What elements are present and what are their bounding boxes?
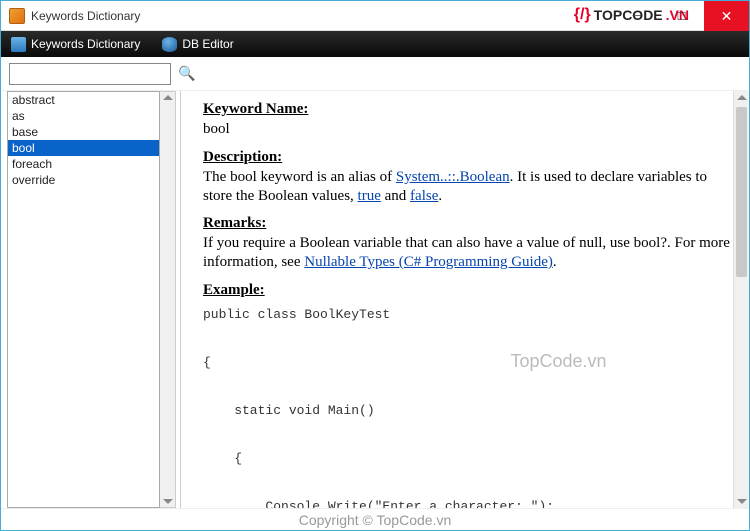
keyword-name-heading: Keyword Name:: [203, 101, 733, 118]
search-button[interactable]: 🔍: [177, 64, 197, 84]
minimize-button[interactable]: ─: [614, 1, 659, 31]
link-system-boolean[interactable]: System..::.Boolean: [396, 169, 510, 185]
keyword-listbox[interactable]: abstractasbaseboolforeachoverride: [7, 91, 160, 508]
desc-mid2: and: [381, 188, 410, 204]
window-title: Keywords Dictionary: [31, 9, 140, 23]
folder-icon: [11, 37, 26, 52]
footer-copyright: Copyright © TopCode.vn: [1, 508, 749, 530]
list-item[interactable]: override: [8, 172, 159, 188]
remarks-end: .: [553, 254, 557, 270]
menu-db-editor[interactable]: DB Editor: [156, 35, 239, 54]
link-false[interactable]: false: [410, 188, 438, 204]
database-icon: [162, 37, 177, 52]
list-item[interactable]: base: [8, 124, 159, 140]
example-heading: Example:: [203, 282, 733, 299]
detail-scrollbar[interactable]: [733, 91, 749, 508]
menu-keywords-dictionary[interactable]: Keywords Dictionary: [5, 35, 146, 54]
search-input[interactable]: [9, 63, 171, 85]
detail-pane: Keyword Name: bool Description: The bool…: [181, 91, 749, 508]
description-text: The bool keyword is an alias of System..…: [203, 168, 733, 206]
list-item[interactable]: abstract: [8, 92, 159, 108]
menu-db-label: DB Editor: [182, 37, 233, 51]
app-icon: [9, 8, 25, 24]
magnifier-icon: 🔍: [178, 65, 195, 82]
desc-end: .: [438, 188, 442, 204]
remarks-heading: Remarks:: [203, 215, 733, 232]
menu-dict-label: Keywords Dictionary: [31, 37, 140, 51]
link-nullable-types[interactable]: Nullable Types (C# Programming Guide): [304, 254, 553, 270]
scrollbar-thumb[interactable]: [736, 107, 747, 277]
menubar: Keywords Dictionary DB Editor: [1, 31, 749, 57]
remarks-text: If you require a Boolean variable that c…: [203, 234, 733, 272]
sidebar-scrollbar[interactable]: [160, 91, 176, 508]
brace-icon: {/}: [574, 6, 591, 24]
close-button[interactable]: ✕: [704, 1, 749, 31]
window-controls: ─ ☐ ✕: [614, 1, 749, 31]
link-true[interactable]: true: [358, 188, 381, 204]
desc-pre: The bool keyword is an alias of: [203, 169, 396, 185]
titlebar: Keywords Dictionary {/} TOPCODE.VN ─ ☐ ✕: [1, 1, 749, 31]
list-item[interactable]: foreach: [8, 156, 159, 172]
maximize-button[interactable]: ☐: [659, 1, 704, 31]
keyword-name-value: bool: [203, 120, 733, 139]
keyword-sidebar: abstractasbaseboolforeachoverride: [1, 91, 181, 508]
list-item[interactable]: bool: [8, 140, 159, 156]
description-heading: Description:: [203, 149, 733, 166]
main-content: abstractasbaseboolforeachoverride Keywor…: [1, 91, 749, 508]
search-toolbar: 🔍: [1, 57, 749, 91]
list-item[interactable]: as: [8, 108, 159, 124]
example-code: public class BoolKeyTest { static void M…: [203, 303, 733, 508]
